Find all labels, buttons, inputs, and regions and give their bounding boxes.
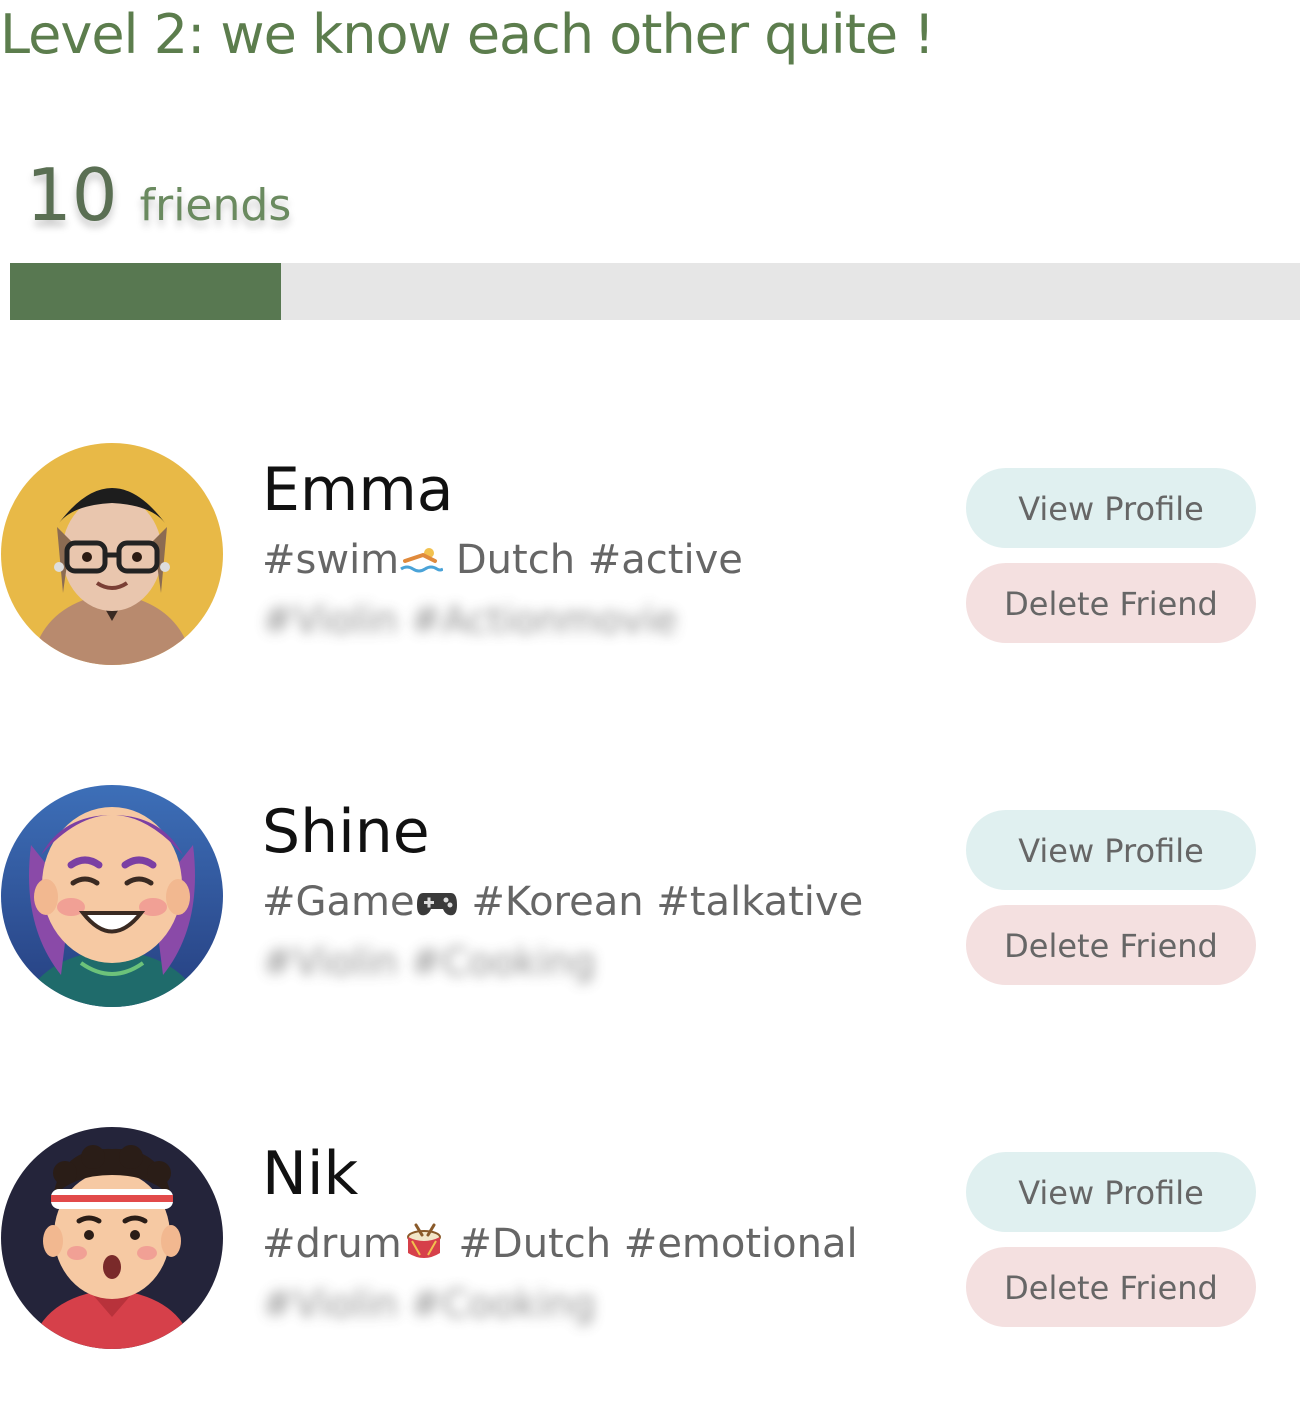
friend-tag-text: #Korean #talkative (458, 879, 864, 925)
avatar-nik[interactable] (1, 1127, 223, 1349)
level-title: Level 2: we know each other quite ! (0, 3, 935, 66)
friend-hidden-tags: #Violin #Cooking (262, 940, 596, 984)
gamepad-icon (416, 893, 457, 916)
friend-card-shine: Shine #Game #Korean #talkative #Violin #… (0, 785, 1302, 1010)
friend-tag-text: Dutch #active (443, 537, 743, 583)
avatar-emma-icon (1, 443, 223, 665)
view-profile-button[interactable]: View Profile (966, 1152, 1256, 1232)
friend-name: Shine (262, 797, 430, 867)
swimmer-icon (400, 548, 444, 573)
avatar-emma[interactable] (1, 443, 223, 665)
avatar-shine-icon (1, 785, 223, 1007)
friend-tags: #Game #Korean #talkative (262, 877, 863, 927)
friend-tags: #swim Dutch #active (262, 535, 743, 585)
avatar-shine[interactable] (1, 785, 223, 1007)
friend-tag-text: #Game (262, 879, 415, 925)
friend-tag-text: #swim (262, 537, 400, 583)
friend-name: Nik (262, 1139, 359, 1209)
friend-count: 10 friends (26, 150, 291, 240)
delete-friend-button[interactable]: Delete Friend (966, 905, 1256, 985)
delete-friend-button[interactable]: Delete Friend (966, 563, 1256, 643)
friend-hidden-tags: #Violin #Actionmovie (262, 598, 678, 642)
delete-friend-button[interactable]: Delete Friend (966, 1247, 1256, 1327)
friend-card-emma: Emma #swim Dutch #active #Violin #Action… (0, 443, 1302, 668)
friend-card-nik: Nik #drum #Dutch #emotional #Violin #Coo… (0, 1127, 1302, 1352)
friend-count-label: friends (139, 180, 292, 231)
level-progress-fill (10, 263, 281, 320)
drum-icon (406, 1223, 441, 1258)
view-profile-button[interactable]: View Profile (966, 810, 1256, 890)
friend-tag-text: #drum (262, 1221, 402, 1267)
friend-tags: #drum #Dutch #emotional (262, 1219, 858, 1269)
view-profile-button[interactable]: View Profile (966, 468, 1256, 548)
friend-count-number: 10 (26, 153, 118, 237)
avatar-nik-icon (1, 1127, 223, 1349)
friend-name: Emma (262, 455, 454, 525)
friend-tag-text: #Dutch #emotional (445, 1221, 858, 1267)
friend-hidden-tags: #Violin #Cooking (262, 1282, 596, 1326)
level-progress-bar (10, 263, 1300, 320)
